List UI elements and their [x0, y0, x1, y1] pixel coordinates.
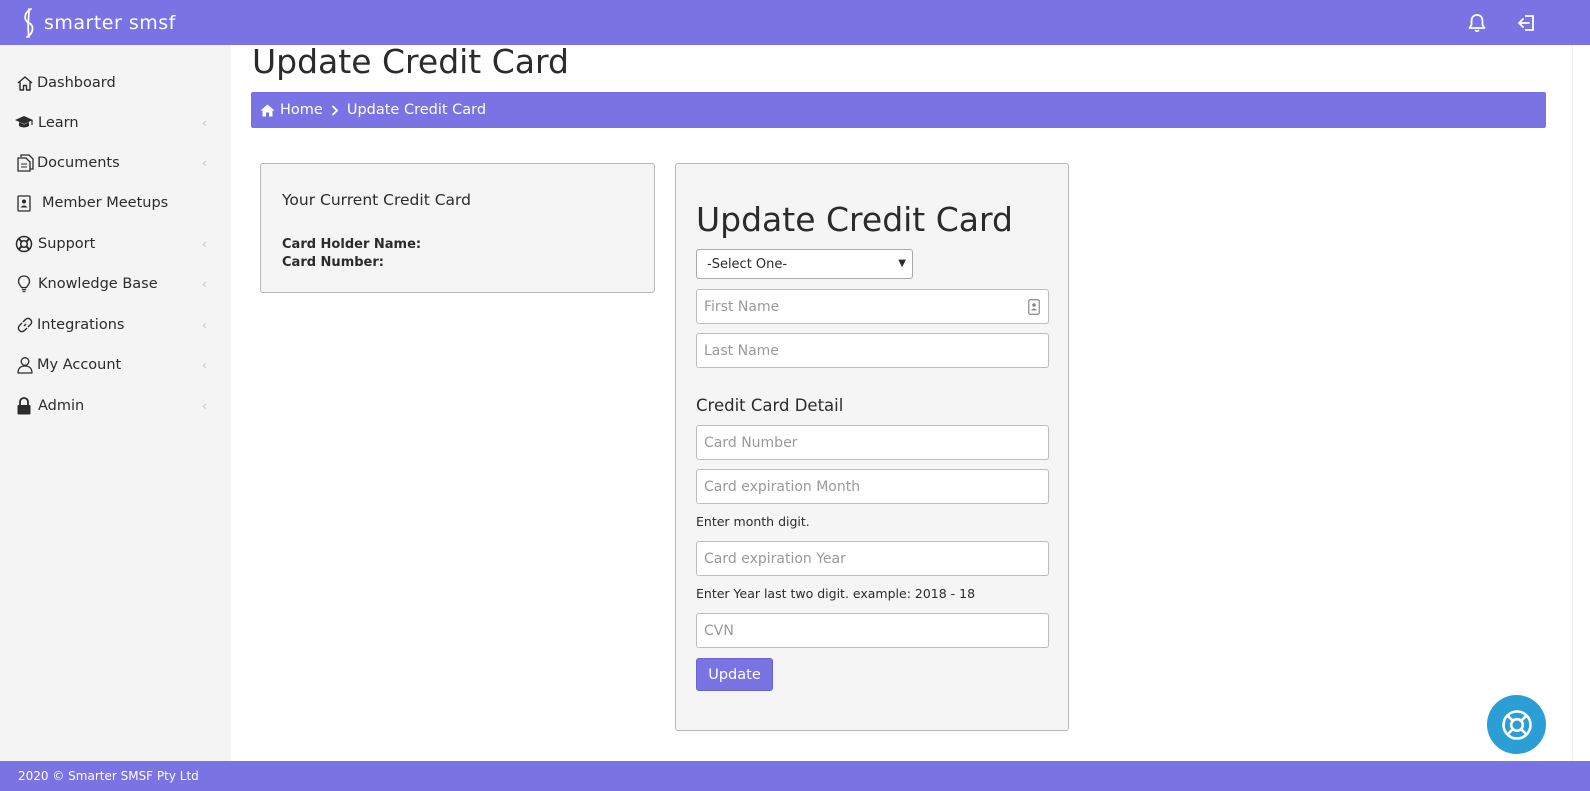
breadcrumb-home-link[interactable]: Home [260, 102, 323, 118]
last-name-input[interactable] [704, 342, 1048, 359]
card-holder-name-label: Card Holder Name: [282, 237, 422, 252]
sidebar-item-integrations[interactable]: Integrations ‹ [0, 305, 231, 345]
exp-month-help-text: Enter month digit. [696, 514, 810, 529]
card-exp-year-input[interactable] [704, 550, 1048, 567]
sidebar-item-label: Knowledge Base [38, 276, 158, 292]
credit-card-detail-heading: Credit Card Detail [696, 396, 844, 415]
chevron-left-icon: ‹ [202, 318, 207, 332]
caret-down-icon: ▼ [898, 258, 906, 269]
card-exp-month-field[interactable] [696, 469, 1049, 504]
copyright-text: 2020 © Smarter SMSF Pty Ltd [18, 769, 199, 783]
card-number-label: Card Number: [282, 255, 384, 270]
documents-icon [15, 153, 35, 173]
card-number-input[interactable] [704, 434, 1048, 451]
sidebar-item-label: Dashboard [37, 75, 116, 91]
lightbulb-icon [14, 274, 34, 294]
first-name-input[interactable] [704, 298, 1048, 315]
chevron-left-icon: ‹ [202, 277, 207, 291]
title-select[interactable]: -Select One- ▼ [696, 249, 913, 279]
chevron-left-icon: ‹ [202, 358, 207, 372]
sidebar-item-support[interactable]: Support ‹ [0, 224, 231, 264]
chevron-right-icon [331, 104, 339, 116]
cvn-input[interactable] [704, 622, 1048, 639]
sidebar-item-label: Member Meetups [42, 195, 169, 211]
bell-icon[interactable] [1465, 11, 1489, 35]
autofill-contact-icon[interactable] [1028, 299, 1040, 319]
sidebar-item-my-account[interactable]: My Account ‹ [0, 345, 231, 385]
top-navbar: smarter smsf [0, 0, 1590, 45]
footer: 2020 © Smarter SMSF Pty Ltd [0, 761, 1590, 791]
sidebar-item-label: Learn [38, 115, 79, 131]
chevron-left-icon: ‹ [202, 156, 207, 170]
sidebar-item-label: Support [38, 236, 96, 252]
brand-logo[interactable]: smarter smsf [18, 6, 176, 40]
sidebar-item-documents[interactable]: Documents ‹ [0, 143, 231, 183]
sidebar-item-label: My Account [37, 357, 122, 373]
link-icon [15, 315, 35, 335]
card-number-field[interactable] [696, 425, 1049, 460]
update-button[interactable]: Update [696, 658, 773, 691]
life-ring-icon [1501, 709, 1532, 740]
sidebar: Dashboard Learn ‹ Documents ‹ Member Mee… [0, 45, 231, 761]
chevron-left-icon: ‹ [202, 116, 207, 130]
sidebar-item-knowledge-base[interactable]: Knowledge Base ‹ [0, 264, 231, 304]
home-icon [260, 104, 275, 116]
logout-icon[interactable] [1514, 11, 1538, 35]
help-widget-button[interactable] [1487, 695, 1546, 754]
graduation-cap-icon [14, 113, 34, 133]
breadcrumb: Home Update Credit Card [251, 92, 1546, 128]
update-credit-card-form: Update Credit Card -Select One- ▼ Credit… [675, 163, 1069, 731]
sidebar-item-member-meetups[interactable]: Member Meetups [0, 183, 231, 223]
sidebar-item-dashboard[interactable]: Dashboard [0, 63, 231, 103]
card-exp-month-input[interactable] [704, 478, 1048, 495]
sidebar-item-label: Integrations [37, 317, 125, 333]
chevron-left-icon: ‹ [202, 237, 207, 251]
sidebar-item-label: Documents [37, 155, 120, 171]
life-ring-icon [14, 234, 34, 254]
sidebar-item-label: Admin [38, 398, 85, 414]
breadcrumb-current: Update Credit Card [346, 102, 487, 118]
page-title: Update Credit Card [252, 42, 569, 81]
form-title: Update Credit Card [696, 200, 1013, 239]
current-credit-card-panel: Your Current Credit Card Card Holder Nam… [260, 163, 655, 293]
brand-name: smarter smsf [44, 12, 176, 34]
last-name-field[interactable] [696, 333, 1049, 368]
chevron-left-icon: ‹ [202, 399, 207, 413]
first-name-field[interactable] [696, 289, 1049, 324]
contact-card-icon [14, 193, 34, 213]
breadcrumb-home-label: Home [280, 102, 323, 118]
sidebar-item-learn[interactable]: Learn ‹ [0, 103, 231, 143]
card-exp-year-field[interactable] [696, 541, 1049, 576]
scrollbar[interactable] [1572, 45, 1590, 761]
cvn-field[interactable] [696, 613, 1049, 648]
select-value: -Select One- [707, 256, 788, 272]
logo-icon [24, 8, 34, 38]
user-icon [15, 355, 35, 375]
home-icon [15, 73, 35, 93]
lock-icon [14, 396, 34, 416]
current-card-title: Your Current Credit Card [282, 191, 471, 209]
sidebar-item-admin[interactable]: Admin ‹ [0, 386, 231, 426]
exp-year-help-text: Enter Year last two digit. example: 2018… [696, 586, 976, 601]
